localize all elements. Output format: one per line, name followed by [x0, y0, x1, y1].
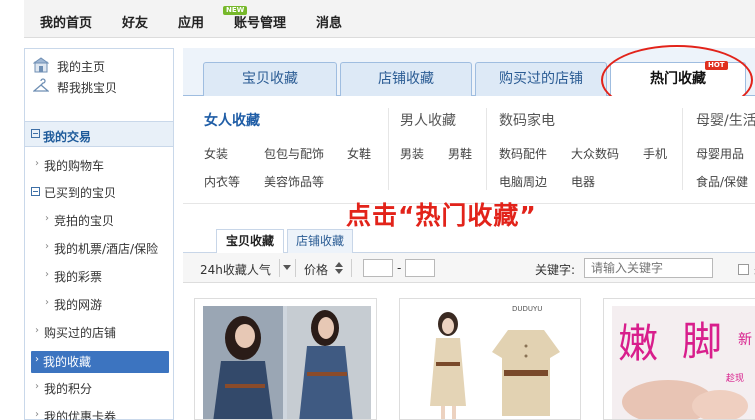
chevron-right-icon: ›: [35, 158, 39, 169]
subtab-item-favorites[interactable]: 宝贝收藏: [216, 229, 284, 254]
nav-apps[interactable]: 应用: [178, 12, 204, 31]
chevron-right-icon: ›: [35, 381, 39, 392]
hanger-icon: [33, 78, 49, 92]
filter-divider: [351, 259, 352, 277]
sidebar-item-cart[interactable]: › 我的购物车: [35, 155, 171, 177]
category-link[interactable]: 母婴用品: [696, 145, 744, 162]
tab-shop-favorites[interactable]: 店铺收藏: [340, 62, 472, 96]
section-title: 我的交易: [43, 130, 92, 144]
sidebar-item-auction[interactable]: › 竞拍的宝贝: [45, 210, 171, 232]
price-max-input[interactable]: [405, 259, 435, 277]
top-navigation-bar: 我的首页 好友 应用 NEW 账号管理 消息: [24, 0, 755, 38]
category-link[interactable]: 电器: [571, 173, 595, 190]
promo-char: 脚: [682, 319, 722, 365]
product-image-denim-dress[interactable]: [203, 306, 371, 420]
sidebar-item-coupons[interactable]: › 我的优惠卡券: [35, 406, 171, 420]
category-link[interactable]: 数码配件: [499, 145, 547, 162]
chevron-right-icon: ›: [45, 269, 49, 280]
category-link[interactable]: 电脑周边: [499, 173, 547, 190]
chevron-right-icon: ›: [45, 213, 49, 224]
filter-divider: [295, 259, 296, 277]
keyword-search-input[interactable]: [584, 258, 713, 278]
sidebar-item-shops[interactable]: › 购买过的店铺: [35, 322, 171, 344]
category-divider: [486, 108, 487, 190]
sidebar-quick-links: 我的主页 帮我挑宝贝: [25, 49, 173, 104]
category-link[interactable]: 男鞋: [448, 145, 472, 162]
category-link[interactable]: 男装: [400, 145, 424, 162]
range-separator: -: [397, 261, 402, 275]
sidebar-item-label: 购买过的店铺: [44, 326, 117, 340]
chevron-right-icon: ›: [45, 241, 49, 252]
sidebar-item-label: 我的机票/酒店/保险: [54, 242, 159, 256]
sidebar-item-label: 我的网游: [54, 298, 103, 312]
sidebar-item-games[interactable]: › 我的网游: [45, 294, 171, 316]
sidebar: 我的主页 帮我挑宝贝 我的交易 › 我的购物车 已买到的宝贝 › 竞拍的宝贝 ›…: [24, 48, 174, 420]
product-card[interactable]: DUDUYU: [399, 298, 581, 420]
category-link[interactable]: 女鞋: [347, 145, 371, 162]
sidebar-item-travel[interactable]: › 我的机票/酒店/保险: [45, 238, 171, 260]
category-link[interactable]: 大众数码: [571, 145, 619, 162]
filter-checkbox[interactable]: [738, 264, 749, 275]
promo-char: 趁现: [726, 374, 745, 384]
category-link[interactable]: 包包与配饰: [264, 145, 324, 162]
nav-messages[interactable]: 消息: [316, 12, 342, 31]
chevron-right-icon: ›: [35, 409, 39, 420]
keyword-label: 关键字:: [535, 263, 576, 277]
nav-friends[interactable]: 好友: [122, 12, 148, 31]
product-card[interactable]: 嫩 脚 新 趁现: [603, 298, 755, 420]
sidebar-item-favorites[interactable]: › 我的收藏: [31, 351, 169, 373]
sidebar-item-points[interactable]: › 我的积分: [35, 378, 171, 400]
category-title-women[interactable]: 女人收藏: [204, 110, 260, 130]
sort-arrows-icon[interactable]: [335, 262, 343, 274]
filter-divider: [279, 259, 280, 277]
subtab-shop-favorites[interactable]: 店铺收藏: [287, 229, 353, 253]
category-link[interactable]: 内衣等: [204, 173, 240, 190]
product-image-beige-dress[interactable]: [408, 306, 574, 420]
brand-label: DUDUYU: [512, 305, 543, 313]
promo-char: 嫩: [618, 321, 658, 367]
sidebar-item-label: 我的收藏: [43, 355, 92, 369]
collapse-icon[interactable]: [31, 129, 40, 138]
category-link[interactable]: 女装: [204, 145, 228, 162]
caret-down-icon[interactable]: [283, 265, 291, 271]
product-card[interactable]: [194, 298, 377, 420]
promo-char: 新: [738, 332, 752, 348]
category-link[interactable]: 手机: [643, 145, 667, 162]
chevron-right-icon: ›: [45, 297, 49, 308]
sidebar-item-lottery[interactable]: › 我的彩票: [45, 266, 171, 288]
tab-purchased-shops[interactable]: 购买过的店铺: [475, 62, 607, 96]
nav-my-homepage[interactable]: 我的首页: [40, 12, 92, 31]
sidebar-item-label: 我的积分: [44, 382, 93, 396]
sidebar-item-label: 竞拍的宝贝: [54, 214, 115, 228]
sidebar-link-my-homepage[interactable]: 我的主页: [57, 58, 105, 75]
sort-price[interactable]: 价格: [304, 261, 328, 278]
category-title-baby-life[interactable]: 母婴/生活: [696, 110, 755, 130]
section-my-trades[interactable]: 我的交易: [25, 121, 173, 147]
sidebar-item-bought[interactable]: 已买到的宝贝: [29, 182, 171, 204]
price-min-input[interactable]: [363, 259, 393, 277]
sidebar-item-label: 已买到的宝贝: [44, 186, 117, 200]
sidebar-item-label: 我的彩票: [54, 270, 103, 284]
category-link[interactable]: 食品/保健: [696, 173, 748, 190]
category-link[interactable]: 美容饰品等: [264, 173, 324, 190]
nav-account-management[interactable]: 账号管理: [234, 12, 286, 31]
collapse-icon[interactable]: [31, 187, 40, 196]
chevron-right-icon: ›: [35, 325, 39, 336]
sort-popularity[interactable]: 24h收藏人气: [200, 261, 271, 278]
home-icon: [33, 57, 49, 73]
instruction-annotation: 点击“热门收藏”: [346, 201, 537, 230]
category-title-digital[interactable]: 数码家电: [499, 110, 555, 130]
category-title-men[interactable]: 男人收藏: [400, 110, 456, 130]
sidebar-item-label: 我的购物车: [44, 159, 105, 173]
sidebar-item-label: 我的优惠卡券: [44, 410, 117, 420]
category-divider: [388, 108, 389, 190]
category-divider: [682, 108, 683, 190]
tab-item-favorites[interactable]: 宝贝收藏: [203, 62, 337, 96]
sidebar-link-pick-items[interactable]: 帮我挑宝贝: [57, 79, 117, 96]
chevron-right-icon: ›: [35, 354, 39, 365]
